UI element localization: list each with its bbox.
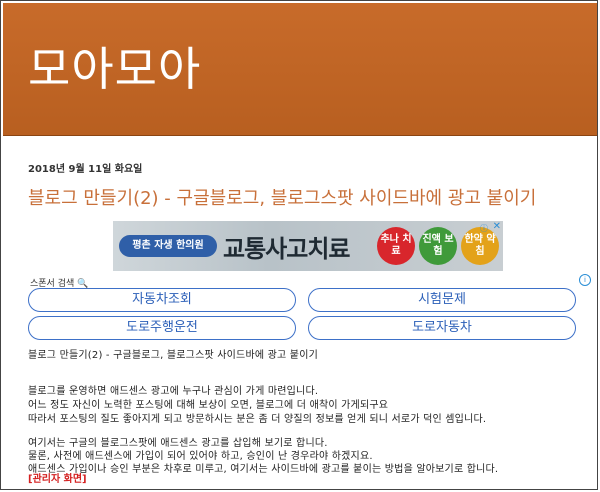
ad-choices-icon[interactable]: ⓘ bbox=[479, 223, 489, 233]
paragraph-line: 어느 정도 자신이 노력한 포스팅에 대해 보상이 오면, 블로그에 더 애착이… bbox=[28, 400, 389, 411]
link-button-4[interactable]: 도로자동차 bbox=[308, 316, 576, 340]
post-date: 2018년 9월 11일 화요일 bbox=[28, 164, 143, 175]
ad-badge-2: 진액 보험 bbox=[419, 227, 457, 265]
ad-choices-icon[interactable]: i bbox=[579, 274, 591, 286]
paragraph-line: 따라서 포스팅의 질도 좋아지게 되고 방문하시는 분은 좀 더 양질의 정보를… bbox=[28, 414, 487, 425]
ad-clinic-label: 평촌 자생 한의원 bbox=[119, 235, 217, 257]
admin-screen-tag: [관리자 화면] bbox=[28, 474, 87, 485]
content-subtitle: 블로그 만들기(2) - 구글블로그, 블로그스팟 사이드바에 광고 붙이기 bbox=[28, 350, 319, 361]
link-button-1[interactable]: 자동차조회 bbox=[28, 288, 296, 312]
paragraph-line: 블로그를 운영하면 애드센스 광고에 누구나 관심이 가게 마련입니다. bbox=[28, 386, 319, 397]
ad-headline: 교통사고치료 bbox=[223, 235, 350, 263]
post-title[interactable]: 블로그 만들기(2) - 구글블로그, 블로그스팟 사이드바에 광고 붙이기 bbox=[28, 184, 536, 210]
paragraph-line: 애드센스 가입이나 승인 부분은 차후로 미루고, 여기서는 사이드바에 광고를… bbox=[28, 464, 499, 475]
ad-banner[interactable]: 평촌 자생 한의원 교통사고치료 추나 치료 진액 보험 한약 약침 ⓘ ✕ bbox=[113, 221, 503, 271]
link-button-3[interactable]: 도로주행운전 bbox=[28, 316, 296, 340]
ad-badge-1: 추나 치료 bbox=[377, 227, 415, 265]
ad-close-icon[interactable]: ✕ bbox=[493, 221, 501, 232]
blog-header: 모아모아 bbox=[3, 3, 597, 136]
link-button-2[interactable]: 시험문제 bbox=[308, 288, 576, 312]
blog-title[interactable]: 모아모아 bbox=[28, 33, 201, 99]
